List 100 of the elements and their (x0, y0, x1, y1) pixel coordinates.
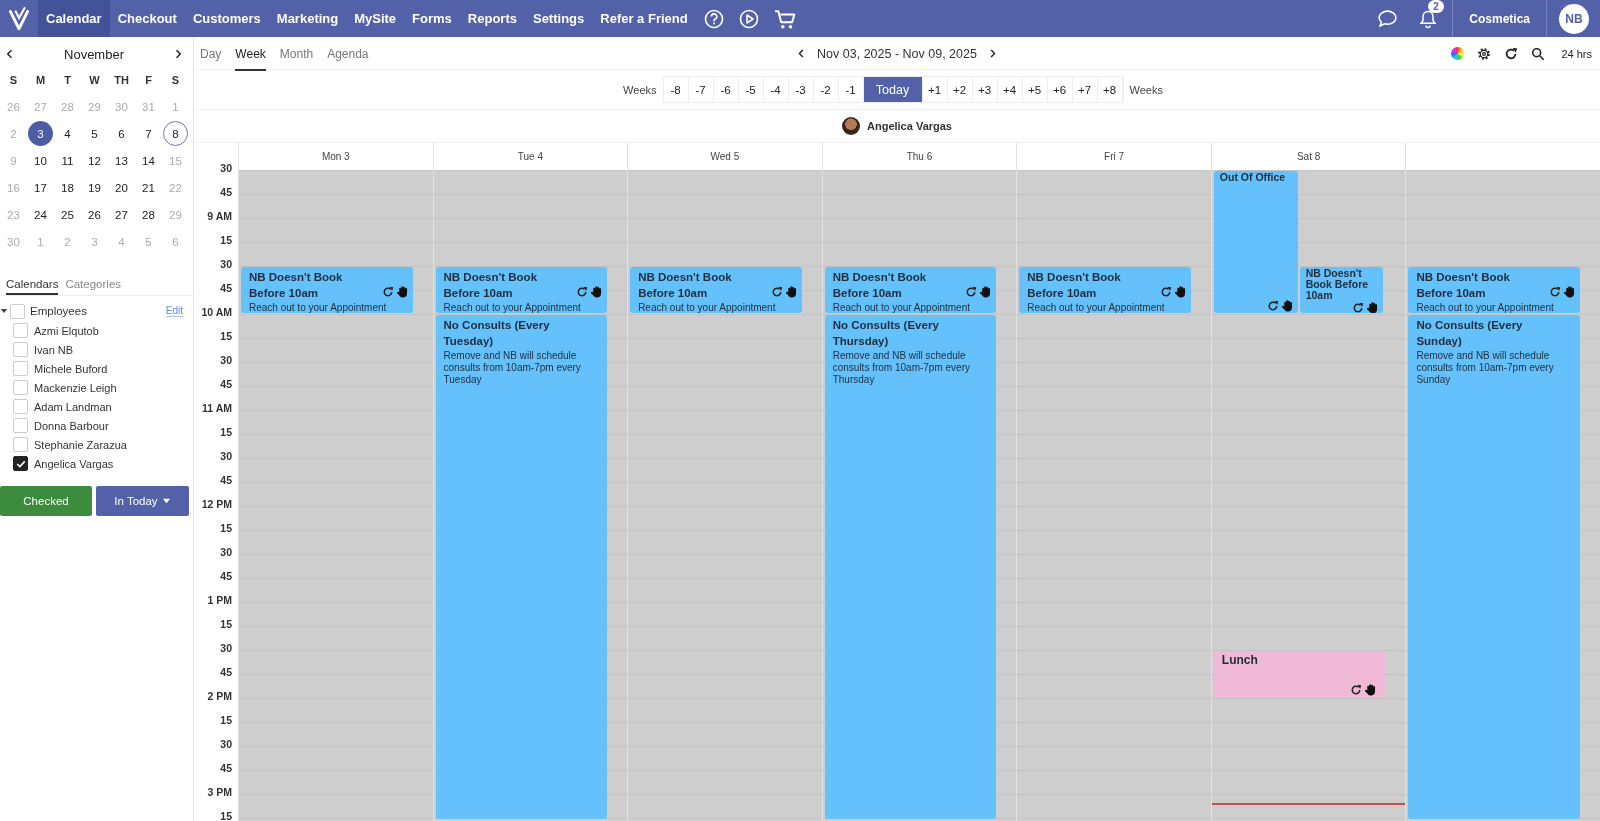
day-header: Thu 6 (906, 151, 933, 162)
calendar-event[interactable]: Lunch (1213, 651, 1386, 697)
calendar-day[interactable]: 27 (109, 202, 134, 227)
calendar-day[interactable]: 12 (82, 148, 107, 173)
nav-link[interactable]: Checkout (109, 0, 185, 37)
calendar-day[interactable]: 10 (28, 148, 53, 173)
calendar-day[interactable]: 3 (28, 121, 53, 146)
refresh-icon[interactable] (1350, 683, 1363, 696)
calendar-day[interactable]: 19 (82, 175, 107, 200)
view-tab[interactable]: Month (279, 38, 314, 71)
calendar-event[interactable]: NB Doesn't Book Before 10am Reach out to your Appointment (241, 267, 413, 313)
view-tab[interactable]: Day (200, 38, 222, 71)
calendar-day[interactable]: 28 (136, 202, 161, 227)
calendar-day[interactable]: 13 (109, 148, 134, 173)
refresh-icon[interactable] (381, 285, 394, 298)
hand-icon[interactable] (590, 285, 604, 298)
nav-link[interactable]: Reports (459, 0, 525, 37)
time-label: 15 (219, 233, 233, 248)
hand-icon[interactable] (979, 285, 993, 298)
calendar-day[interactable]: 24 (28, 202, 53, 227)
logo-icon[interactable] (6, 5, 32, 32)
sidebar-tab[interactable]: Calendars (6, 278, 59, 295)
account-name[interactable]: Cosmetica (1453, 11, 1546, 26)
cart-icon[interactable] (773, 7, 796, 30)
time-label: 15 (219, 809, 233, 821)
user-avatar[interactable]: NB (1559, 3, 1589, 34)
settings-icon[interactable] (1477, 46, 1492, 61)
play-icon[interactable] (738, 8, 759, 29)
hours-toggle[interactable]: 24 hrs (1561, 47, 1592, 60)
hand-icon[interactable] (784, 285, 798, 298)
nav-link[interactable]: Forms (404, 0, 460, 37)
refresh-icon[interactable] (576, 285, 589, 298)
nav-link[interactable]: Settings (524, 0, 593, 37)
calendar-day[interactable]: 26 (82, 202, 107, 227)
week-jump-button[interactable]: Today (863, 77, 923, 102)
chat-icon[interactable] (1377, 8, 1399, 29)
calendar-day[interactable]: 25 (55, 202, 80, 227)
nav-link[interactable]: Refer a Friend (592, 0, 696, 37)
search-icon[interactable] (1531, 46, 1546, 61)
event-description: Remove and NB will schedule consults from 10am-7pm every Thursday (832, 350, 971, 386)
calendar-day[interactable]: 18 (55, 175, 80, 200)
nav-link[interactable]: Customers (184, 0, 269, 37)
edit-link[interactable]: Edit (165, 305, 183, 317)
calendar-event[interactable]: NB Doesn't Book Before 10am (1299, 267, 1384, 313)
notification-badge: 2 (1428, 0, 1444, 13)
nav-link[interactable]: Marketing (268, 0, 347, 37)
calendar-day[interactable]: 14 (136, 148, 161, 173)
refresh-icon[interactable] (1352, 301, 1365, 313)
weekday-label: M (34, 72, 47, 88)
calendar-event[interactable]: NB Doesn't Book Before 10am Reach out to your Appointment (824, 267, 997, 313)
calendar-event[interactable]: No Consults (Every Tuesday) Remove and NB will schedule consults from 10am-7pm every Tuesday (435, 315, 608, 820)
calendar-day[interactable]: 17 (28, 175, 53, 200)
refresh-icon[interactable] (1504, 46, 1519, 61)
nav-link[interactable]: Calendar (38, 0, 110, 37)
refresh-icon[interactable] (1266, 299, 1279, 312)
dropdown-button[interactable]: In Today (96, 486, 189, 516)
refresh-icon[interactable] (770, 285, 783, 298)
event-title: No Consults (Every Tuesday) (443, 318, 551, 349)
checked-button[interactable]: Checked (0, 486, 92, 516)
hand-icon[interactable] (1364, 683, 1378, 696)
group-name: Employees (30, 305, 88, 317)
checkbox[interactable] (13, 456, 28, 471)
calendar-day[interactable]: 4 (55, 121, 80, 146)
calendar-day[interactable]: 6 (109, 121, 134, 146)
event-description: Reach out to your Appointment (832, 302, 971, 313)
calendar-event[interactable]: NB Doesn't Book Before 10am Reach out to your Appointment (1408, 267, 1580, 313)
calendar-day[interactable]: 7 (136, 121, 161, 146)
calendar-event[interactable]: NB Doesn't Book Before 10am Reach out to your Appointment (435, 267, 608, 313)
day-header: Mon 3 (321, 151, 350, 162)
caret-icon[interactable] (0, 307, 8, 315)
calendar-day[interactable]: 5 (82, 121, 107, 146)
calendar-event[interactable]: No Consults (Every Sunday) Remove and NB will schedule consults from 10am-7pm every Sunday (1408, 315, 1580, 820)
calendar-event[interactable]: NB Doesn't Book Before 10am Reach out to your Appointment (1019, 267, 1191, 313)
sidebar-tab[interactable]: Categories (65, 278, 122, 295)
time-label: 30 (219, 353, 233, 368)
bell-icon[interactable] (1418, 8, 1439, 29)
hand-icon[interactable] (1366, 301, 1380, 313)
calendar-event[interactable]: Out Of Office (1213, 171, 1298, 313)
refresh-icon[interactable] (1159, 285, 1172, 298)
calendar-day[interactable]: 11 (55, 148, 80, 173)
employee-name: Ivan NB (34, 343, 74, 356)
view-tab[interactable]: Agenda (327, 38, 369, 71)
view-tab[interactable]: Week (235, 38, 266, 71)
nav-link[interactable]: MySite (346, 0, 405, 37)
refresh-icon[interactable] (965, 285, 978, 298)
hand-icon[interactable] (1280, 299, 1294, 312)
refresh-icon[interactable] (1549, 285, 1561, 298)
event-title: Out Of Office (1219, 172, 1287, 183)
calendar-day[interactable]: 20 (109, 175, 134, 200)
hand-icon[interactable] (1563, 285, 1576, 298)
calendar-event[interactable]: No Consults (Every Thursday) Remove and NB will schedule consults from 10am-7pm every Thursday (824, 315, 997, 820)
color-wheel-icon[interactable] (1451, 47, 1465, 60)
event-title: No Consults (Every Sunday) (1416, 318, 1524, 349)
calendar-day[interactable]: 21 (136, 175, 161, 200)
event-title: NB Doesn't Book Before 10am (443, 270, 539, 301)
event-description: Reach out to your Appointment (249, 302, 388, 313)
calendar-event[interactable]: NB Doesn't Book Before 10am Reach out to your Appointment (630, 267, 802, 313)
hand-icon[interactable] (1173, 285, 1187, 298)
help-icon[interactable] (703, 8, 724, 29)
hand-icon[interactable] (395, 285, 409, 298)
